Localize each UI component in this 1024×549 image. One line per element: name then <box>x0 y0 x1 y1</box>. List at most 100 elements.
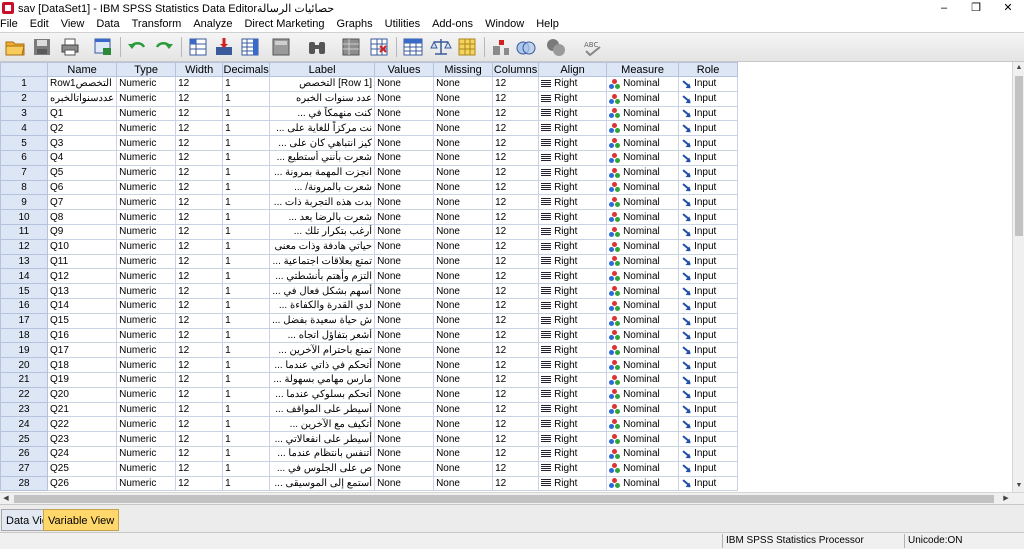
cell-type[interactable]: Numeric <box>116 179 177 196</box>
cell-values[interactable]: None <box>374 238 435 255</box>
cell-role[interactable]: Input <box>678 76 739 92</box>
column-header-label[interactable]: Label <box>269 62 376 77</box>
cell-values[interactable]: None <box>374 268 435 285</box>
row-number[interactable]: 17 <box>0 312 48 329</box>
cell-label[interactable]: أشعر بتفاؤل اتجاه ... <box>269 327 376 344</box>
cell-values[interactable]: None <box>374 416 435 433</box>
cell-name[interactable]: Q4 <box>46 149 118 166</box>
cell-align[interactable]: Right <box>538 460 608 477</box>
cell-role[interactable]: Input <box>678 223 739 240</box>
cell-values[interactable]: None <box>374 253 435 270</box>
cell-columns[interactable]: 12 <box>492 194 540 211</box>
scroll-up-icon[interactable]: ▲ <box>1013 62 1024 74</box>
cell-values[interactable]: None <box>374 401 435 418</box>
cell-type[interactable]: Numeric <box>116 357 177 373</box>
cell-missing[interactable]: None <box>433 357 494 373</box>
cell-values[interactable]: None <box>374 327 435 344</box>
cell-name[interactable]: Q17 <box>46 342 118 359</box>
cell-decimals[interactable]: 1 <box>222 76 271 92</box>
cell-width[interactable]: 12 <box>175 209 224 225</box>
cell-type[interactable]: Numeric <box>116 149 177 166</box>
row-number[interactable]: 12 <box>0 238 48 255</box>
cell-role[interactable]: Input <box>678 445 739 462</box>
cell-decimals[interactable]: 1 <box>222 297 271 314</box>
cell-label[interactable]: أسهم بشكل فعال في ... <box>269 283 376 299</box>
cell-label[interactable]: شعرت بالمرونة/ ... <box>269 179 376 196</box>
cell-columns[interactable]: 12 <box>492 76 540 92</box>
table-row[interactable]: 22 Q20 Numeric 12 1 أتحكم بسلوكي عندما ... Non… <box>0 386 739 403</box>
cell-decimals[interactable]: 1 <box>222 386 271 403</box>
row-number[interactable]: 11 <box>0 223 48 240</box>
table-row[interactable]: 24 Q22 Numeric 12 1 أتكيف مع الآخرين ... None N… <box>0 416 739 433</box>
cell-columns[interactable]: 12 <box>492 209 540 225</box>
cell-label[interactable]: تمتع بعلاقات اجتماعية ... <box>269 253 376 270</box>
cell-width[interactable]: 12 <box>175 460 224 477</box>
cell-type[interactable]: Numeric <box>116 223 177 240</box>
menu-view[interactable]: View <box>55 16 91 32</box>
cell-measure[interactable]: Nominal <box>606 401 680 418</box>
cell-values[interactable]: None <box>374 475 435 492</box>
cell-columns[interactable]: 12 <box>492 105 540 122</box>
cell-role[interactable]: Input <box>678 342 739 359</box>
cell-decimals[interactable]: 1 <box>222 179 271 196</box>
cell-width[interactable]: 12 <box>175 120 224 137</box>
find-icon[interactable] <box>306 36 328 58</box>
cell-decimals[interactable]: 1 <box>222 223 271 240</box>
table-row[interactable]: 18 Q16 Numeric 12 1 أشعر بتفاؤل اتجاه ... None… <box>0 327 739 344</box>
cell-decimals[interactable]: 1 <box>222 135 271 151</box>
cell-role[interactable]: Input <box>678 253 739 270</box>
cell-name[interactable]: Q14 <box>46 297 118 314</box>
cell-type[interactable]: Numeric <box>116 283 177 299</box>
cell-missing[interactable]: None <box>433 194 494 211</box>
cell-decimals[interactable]: 1 <box>222 253 271 270</box>
cell-width[interactable]: 12 <box>175 283 224 299</box>
cell-missing[interactable]: None <box>433 76 494 92</box>
cell-width[interactable]: 12 <box>175 268 224 285</box>
cell-decimals[interactable]: 1 <box>222 475 271 492</box>
cell-measure[interactable]: Nominal <box>606 179 680 196</box>
undo-icon[interactable] <box>126 36 148 58</box>
table-row[interactable]: 4 Q2 Numeric 12 1 نت مركزاً للغاية على ... Non… <box>0 120 739 137</box>
column-header-role[interactable]: Role <box>678 62 739 77</box>
table-row[interactable]: 23 Q21 Numeric 12 1 أسيطر على المواقف ... None… <box>0 401 739 418</box>
cell-role[interactable]: Input <box>678 164 739 181</box>
cell-align[interactable]: Right <box>538 297 608 314</box>
cell-type[interactable]: Numeric <box>116 475 177 492</box>
cell-missing[interactable]: None <box>433 268 494 285</box>
cell-name[interactable]: Q15 <box>46 312 118 329</box>
cell-width[interactable]: 12 <box>175 238 224 255</box>
cell-name[interactable]: Q1 <box>46 105 118 122</box>
cell-role[interactable]: Input <box>678 149 739 166</box>
cell-decimals[interactable]: 1 <box>222 327 271 344</box>
cell-measure[interactable]: Nominal <box>606 312 680 329</box>
cell-label[interactable]: أسيطر على انفعالاتي ... <box>269 431 376 447</box>
cell-align[interactable]: Right <box>538 76 608 92</box>
cell-missing[interactable]: None <box>433 460 494 477</box>
cell-label[interactable]: بدت هذه التجربة ذات ... <box>269 194 376 211</box>
cell-decimals[interactable]: 1 <box>222 90 271 107</box>
table-row[interactable]: 8 Q6 Numeric 12 1 شعرت بالمرونة/ ... None None 1… <box>0 179 739 196</box>
cell-width[interactable]: 12 <box>175 76 224 92</box>
table-row[interactable]: 9 Q7 Numeric 12 1 بدت هذه التجربة ذات ... None… <box>0 194 739 211</box>
spell-check-icon[interactable]: ABC <box>582 36 604 58</box>
cell-role[interactable]: Input <box>678 371 739 388</box>
print-icon[interactable] <box>59 36 81 58</box>
cell-role[interactable]: Input <box>678 460 739 477</box>
cell-values[interactable]: None <box>374 223 435 240</box>
table-row[interactable]: 28 Q26 Numeric 12 1 أستمع إلى الموسيقى ... Non… <box>0 475 739 492</box>
cell-type[interactable]: Numeric <box>116 120 177 137</box>
cell-missing[interactable]: None <box>433 475 494 492</box>
cell-align[interactable]: Right <box>538 371 608 388</box>
cell-columns[interactable]: 12 <box>492 135 540 151</box>
cell-align[interactable]: Right <box>538 268 608 285</box>
cell-measure[interactable]: Nominal <box>606 342 680 359</box>
cell-type[interactable]: Numeric <box>116 238 177 255</box>
cell-missing[interactable]: None <box>433 149 494 166</box>
cell-align[interactable]: Right <box>538 105 608 122</box>
column-header-values[interactable]: Values <box>374 62 435 77</box>
cell-values[interactable]: None <box>374 120 435 137</box>
cell-decimals[interactable]: 1 <box>222 445 271 462</box>
cell-label[interactable]: شعرت بأنني أستطيع ... <box>269 149 376 166</box>
row-number[interactable]: 3 <box>0 105 48 122</box>
cell-type[interactable]: Numeric <box>116 297 177 314</box>
